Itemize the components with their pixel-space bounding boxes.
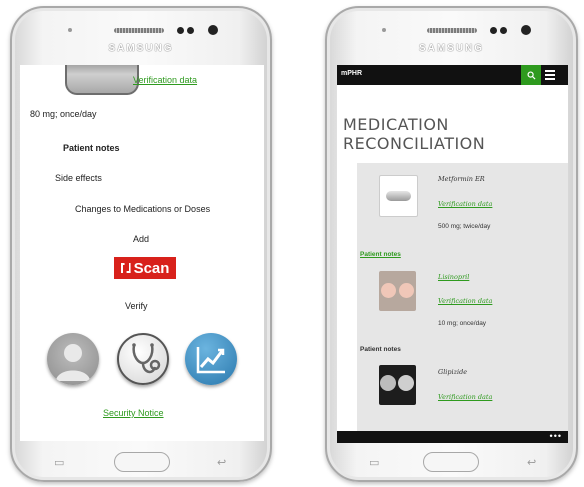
security-notice-link[interactable]: Security Notice — [103, 408, 164, 418]
app-bar: mPHR — [337, 65, 568, 85]
dosage-text: 10 mg; once/day — [438, 320, 487, 327]
stethoscope-icon[interactable] — [117, 333, 169, 385]
side-effects-label[interactable]: Side effects — [55, 173, 102, 183]
patient-notes-label[interactable]: Patient notes — [360, 346, 401, 353]
patient-notes-label[interactable]: Patient notes — [63, 143, 120, 153]
app-title: mPHR — [341, 70, 363, 77]
sensor-dot — [500, 27, 507, 34]
recent-apps-icon[interactable]: ▭ — [369, 456, 379, 469]
medication-name[interactable]: Lisinopril — [438, 273, 469, 281]
screen-left: Verification data 80 mg; once/day Patien… — [20, 65, 264, 441]
brand-logo: SAMSUNG — [108, 43, 174, 54]
sensor-dot — [490, 27, 497, 34]
home-button[interactable] — [114, 452, 170, 472]
home-button[interactable] — [423, 452, 479, 472]
speaker-grille — [114, 28, 164, 33]
medication-name: Metformin ER — [438, 175, 485, 183]
verification-link[interactable]: Verification data — [438, 297, 492, 305]
dosage-text: 500 mg; twice/day — [438, 223, 491, 230]
front-camera — [521, 25, 531, 35]
trend-chart-icon[interactable] — [185, 333, 237, 385]
sensor-dot — [187, 27, 194, 34]
dosage-text: 80 mg; once/day — [30, 109, 97, 119]
phone-left: SAMSUNG Verification data 80 mg; once/da… — [10, 6, 272, 482]
overflow-menu-icon[interactable]: ••• — [550, 431, 562, 441]
page-title-line2: RECONCILIATION — [343, 134, 486, 153]
page-title: MEDICATION RECONCILIATION — [343, 115, 485, 153]
brand-logo: SAMSUNG — [418, 43, 485, 54]
recent-apps-icon[interactable]: ▭ — [54, 456, 64, 469]
medication-list: Metformin ER Verification data 500 mg; t… — [357, 163, 568, 443]
verification-link[interactable]: Verification data — [438, 393, 492, 401]
pill-image — [379, 365, 416, 405]
sensor-dot — [177, 27, 184, 34]
front-camera — [208, 25, 218, 35]
add-label[interactable]: Add — [133, 234, 149, 244]
pill-image — [379, 175, 418, 217]
pill-image — [379, 271, 416, 311]
sensor-dot-small — [68, 28, 72, 32]
medication-name: Glipizide — [438, 368, 468, 376]
hamburger-menu-icon[interactable] — [545, 70, 555, 80]
verify-label[interactable]: Verify — [125, 301, 148, 311]
patient-notes-link[interactable]: Patient notes — [360, 251, 401, 258]
scan-button[interactable]: Scan — [114, 257, 176, 279]
verification-link[interactable]: Verification data — [133, 75, 197, 85]
search-icon — [526, 70, 536, 80]
sensor-dot-small — [382, 28, 386, 32]
page-title-line1: MEDICATION — [343, 115, 449, 134]
back-icon[interactable]: ↩ — [217, 456, 226, 469]
scan-button-label: Scan — [133, 259, 170, 277]
user-avatar-icon[interactable] — [47, 333, 99, 385]
verification-link[interactable]: Verification data — [438, 200, 492, 208]
phone-right: SAMSUNG mPHR MEDICATION RECONCILIATION M… — [325, 6, 578, 482]
speaker-grille — [427, 28, 477, 33]
search-button[interactable] — [521, 65, 541, 85]
back-icon[interactable]: ↩ — [527, 456, 536, 469]
scan-frame-icon — [121, 263, 131, 273]
bottom-bar: ••• — [337, 431, 568, 443]
screen-right: mPHR MEDICATION RECONCILIATION Metformin… — [337, 65, 568, 443]
changes-label[interactable]: Changes to Medications or Doses — [75, 204, 210, 214]
pill-image — [65, 65, 139, 95]
